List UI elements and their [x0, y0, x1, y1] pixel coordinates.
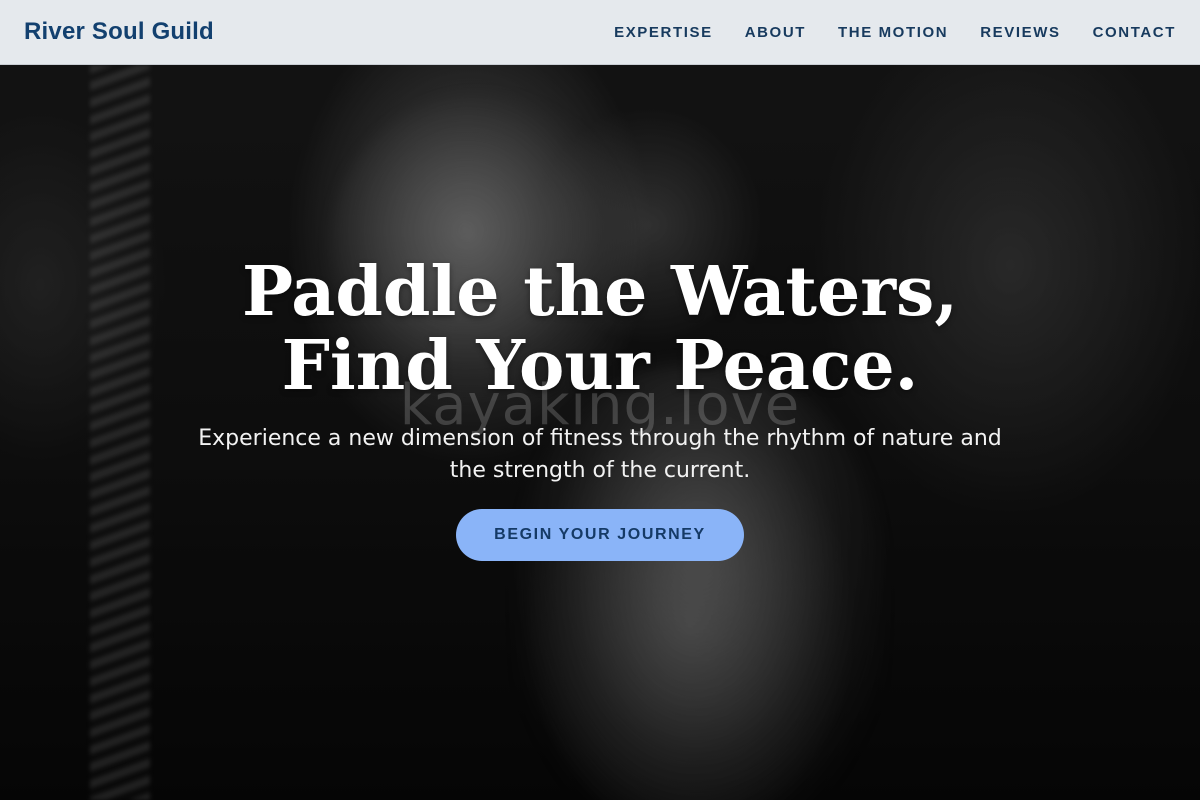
hero-content: Paddle the Waters, Find Your Peace. Expe… — [0, 65, 1200, 800]
nav-link-contact[interactable]: CONTACT — [1093, 24, 1176, 41]
hero-section: kayaking.love Paddle the Waters, Find Yo… — [0, 65, 1200, 800]
nav-link-the-motion[interactable]: THE MOTION — [838, 24, 948, 41]
begin-journey-button[interactable]: BEGIN YOUR JOURNEY — [456, 509, 744, 561]
brand-logo[interactable]: River Soul Guild — [24, 18, 214, 46]
nav-link-about[interactable]: ABOUT — [745, 24, 806, 41]
hero-subheadline: Experience a new dimension of fitness th… — [198, 426, 1002, 483]
nav-link-expertise[interactable]: EXPERTISE — [614, 24, 713, 41]
nav-link-reviews[interactable]: REVIEWS — [980, 24, 1060, 41]
main-nav: EXPERTISE ABOUT THE MOTION REVIEWS CONTA… — [614, 24, 1176, 41]
hero-headline: Paddle the Waters, Find Your Peace. — [242, 252, 958, 406]
site-header: River Soul Guild EXPERTISE ABOUT THE MOT… — [0, 0, 1200, 65]
